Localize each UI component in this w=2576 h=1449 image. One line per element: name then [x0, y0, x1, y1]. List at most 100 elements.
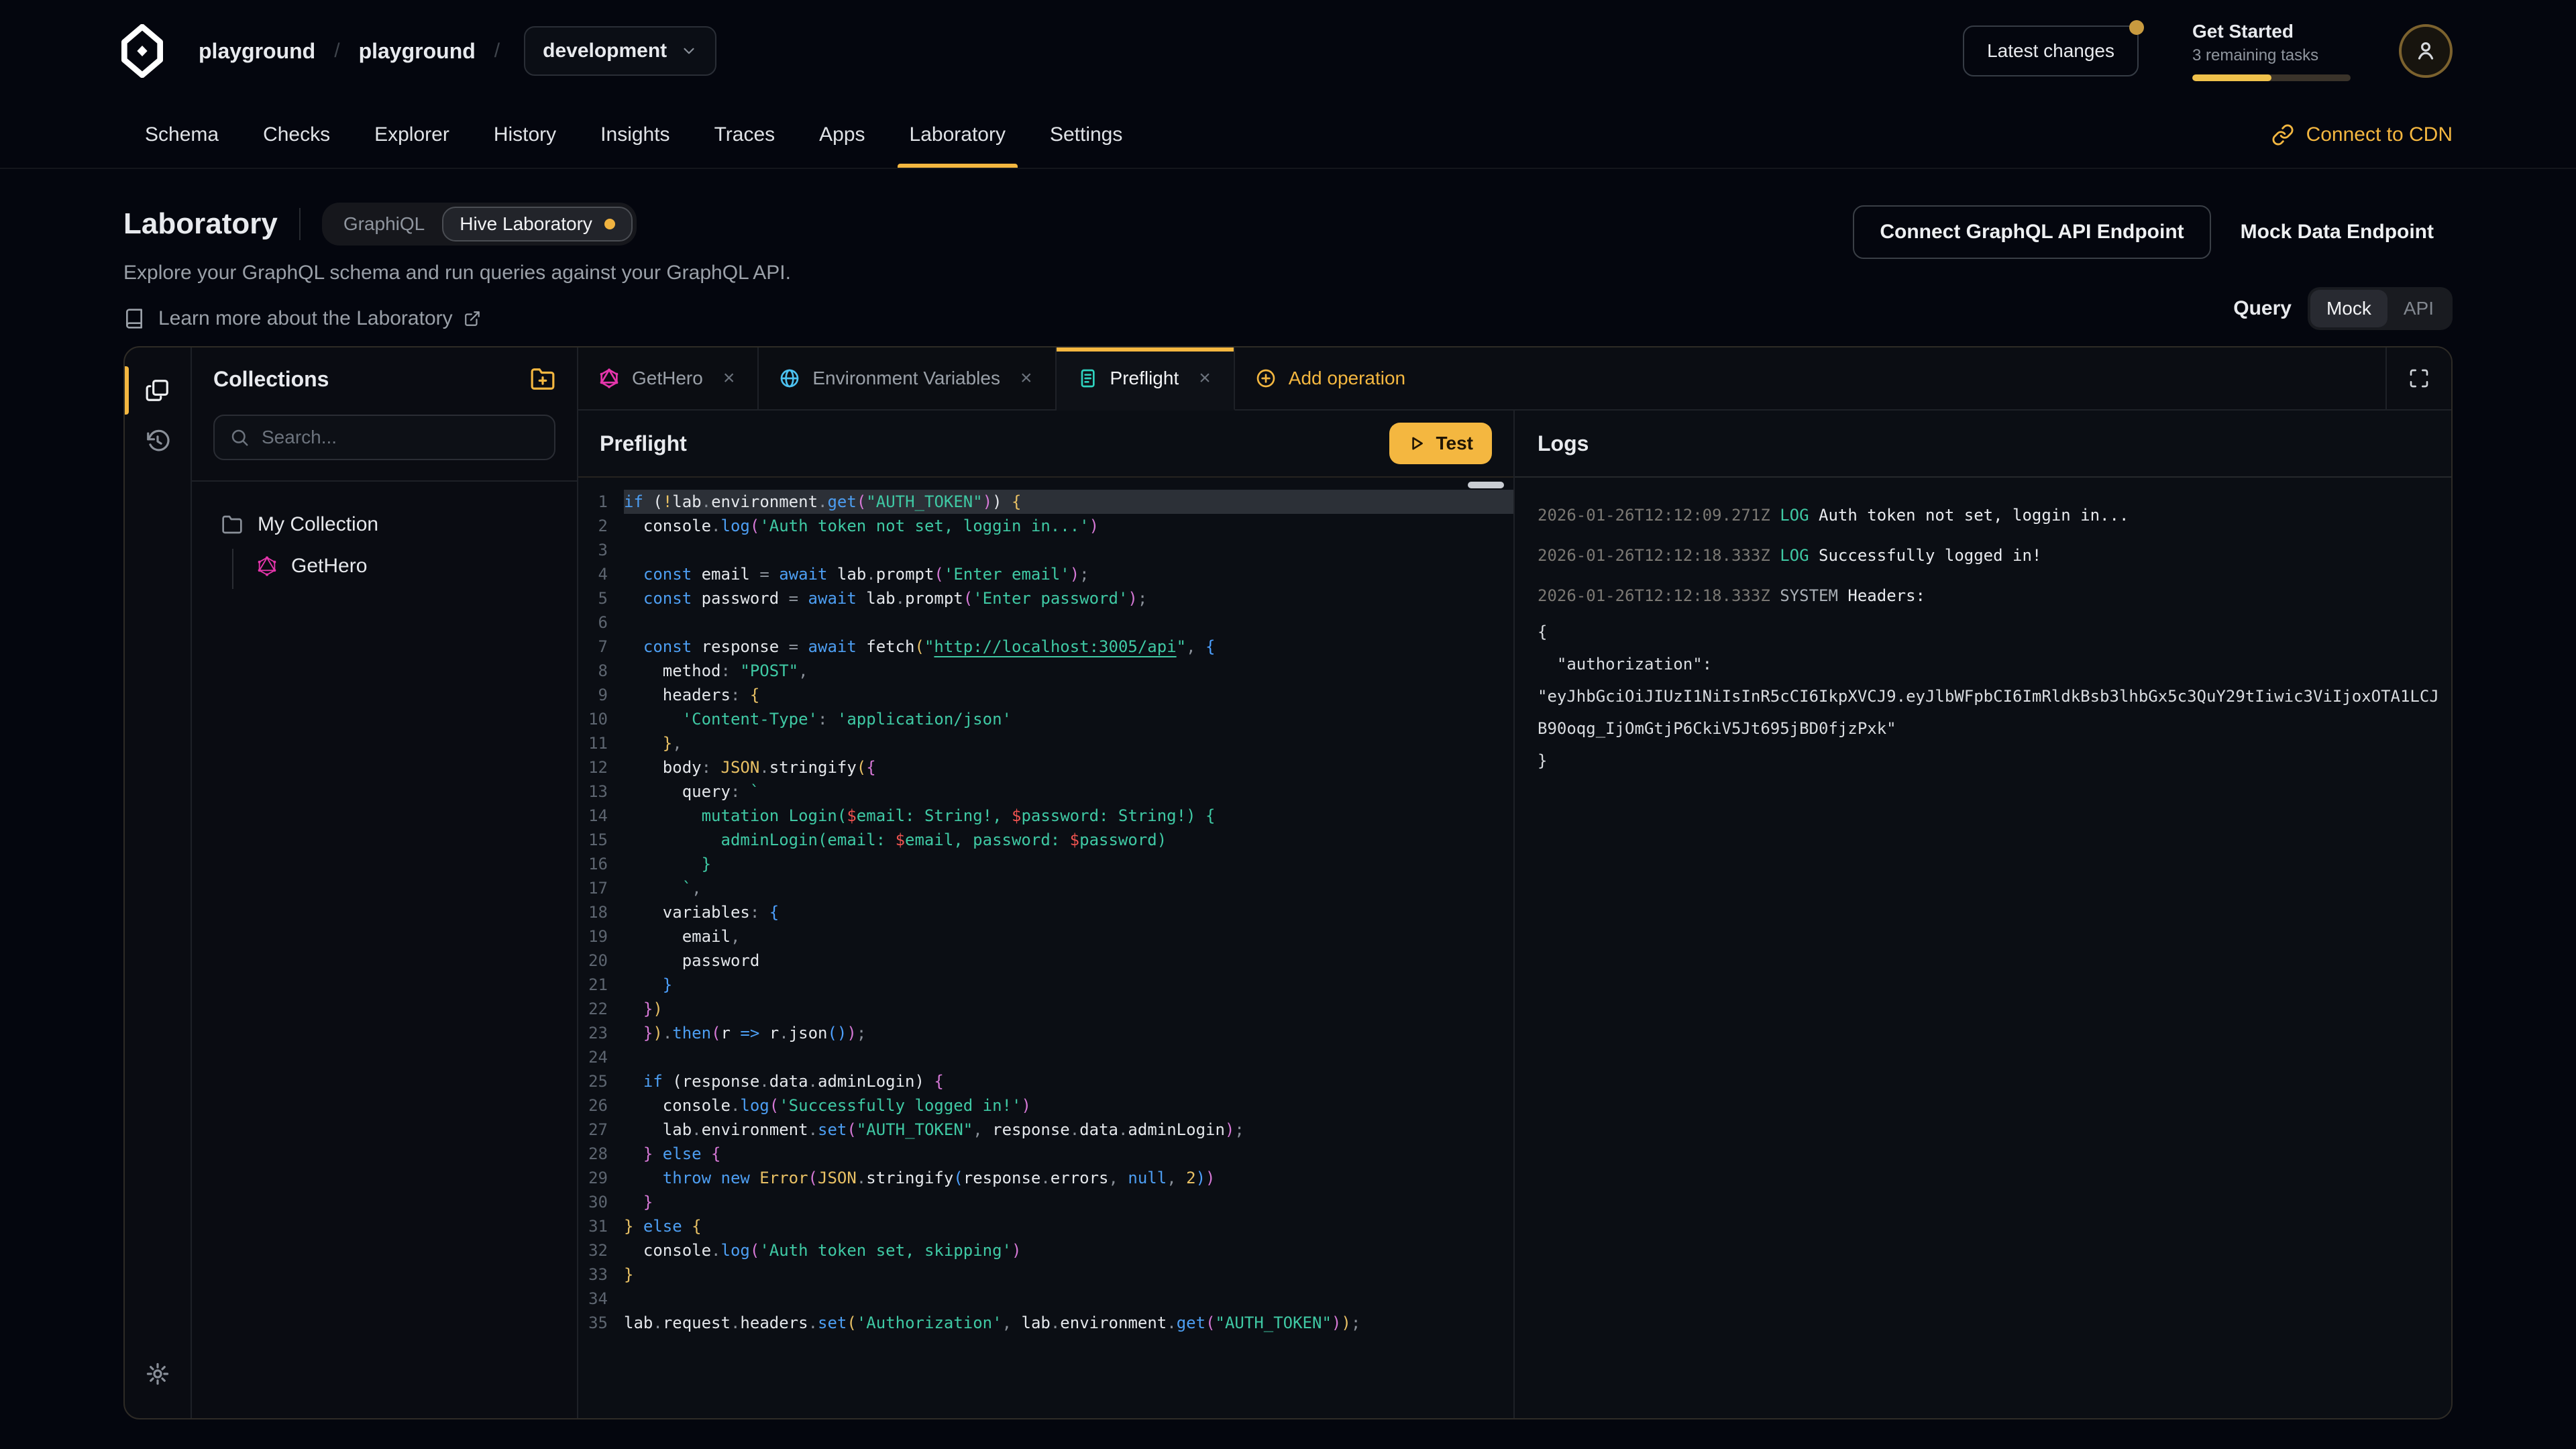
code-line: 6 [578, 610, 1513, 635]
target-selector[interactable]: development [524, 26, 716, 76]
mock-data-endpoint-button[interactable]: Mock Data Endpoint [2222, 221, 2453, 244]
close-icon[interactable]: × [1196, 367, 1214, 390]
collections-search[interactable] [213, 415, 555, 460]
rail-settings-button[interactable] [125, 1348, 191, 1399]
close-icon[interactable]: × [1018, 367, 1035, 390]
code-text: query: ` [624, 780, 1513, 804]
code-text [624, 610, 1513, 635]
rail-history-button[interactable] [125, 416, 191, 467]
latest-changes-button[interactable]: Latest changes [1963, 25, 2139, 76]
code-line: 31} else { [578, 1214, 1513, 1238]
code-text: headers: { [624, 683, 1513, 707]
nav-tab-explorer[interactable]: Explorer [362, 102, 462, 168]
code-line: 28 } else { [578, 1142, 1513, 1166]
nav-tab-history[interactable]: History [482, 102, 568, 168]
connect-to-cdn-link[interactable]: Connect to CDN [2271, 123, 2453, 146]
nav-tab-insights[interactable]: Insights [588, 102, 682, 168]
hive-logo [115, 24, 169, 78]
code-line: 34 [578, 1287, 1513, 1311]
editor-title: Preflight [600, 431, 687, 456]
code-text: const response = await fetch("http://loc… [624, 635, 1513, 659]
code-text [624, 1287, 1513, 1311]
app-header: playground / playground / development La… [0, 0, 2576, 169]
code-line: 15 adminLogin(email: $email, password: $… [578, 828, 1513, 852]
toggle-option-hive-laboratory[interactable]: Hive Laboratory [442, 207, 633, 241]
log-raw-line: B90oqg_IjOmGtjP6CkiV5Jt695jBD0fjzPxk" [1538, 712, 2451, 745]
close-icon[interactable]: × [720, 367, 738, 390]
collection-folder-my-collection[interactable]: My Collection [221, 507, 577, 542]
test-button[interactable]: Test [1389, 423, 1493, 464]
tab-gethero[interactable]: GetHero× [578, 347, 759, 411]
preflight-editor[interactable]: Preflight Test 1if (!lab.environment.get… [578, 411, 1515, 1418]
line-number: 5 [578, 586, 608, 610]
line-number: 10 [578, 707, 608, 731]
nav-tab-schema[interactable]: Schema [133, 102, 231, 168]
nav-tab-traces[interactable]: Traces [702, 102, 788, 168]
code-line: 12 body: JSON.stringify({ [578, 755, 1513, 780]
toggle-option-api[interactable]: API [2387, 290, 2450, 327]
nav-tab-settings[interactable]: Settings [1038, 102, 1134, 168]
code-line: 7 const response = await fetch("http://l… [578, 635, 1513, 659]
latest-changes-label: Latest changes [1987, 40, 2114, 61]
page-title: Laboratory [123, 207, 278, 241]
test-button-label: Test [1436, 433, 1474, 454]
line-number: 12 [578, 755, 608, 780]
line-number: 17 [578, 876, 608, 900]
search-input[interactable] [262, 427, 539, 448]
code-text: } [624, 1263, 1513, 1287]
code-line: 23 }).then(r => r.json()); [578, 1021, 1513, 1045]
rail-collections-button[interactable] [125, 365, 191, 416]
tab-label: Add operation [1289, 368, 1405, 389]
nav-tab-laboratory[interactable]: Laboratory [898, 102, 1018, 168]
new-collection-button[interactable] [530, 366, 555, 392]
toggle-option-mock[interactable]: Mock [2310, 290, 2387, 327]
log-raw-line: "eyJhbGciOiJIUzI1NiIsInR5cCI6IkpXVCJ9.ey… [1538, 680, 2451, 712]
tab-environment-variables[interactable]: Environment Variables× [759, 347, 1056, 411]
learn-more-link[interactable]: Learn more about the Laboratory [123, 307, 791, 330]
code-area[interactable]: 1if (!lab.environment.get("AUTH_TOKEN"))… [578, 478, 1513, 1335]
plus-icon [1255, 368, 1277, 389]
code-line: 8 method: "POST", [578, 659, 1513, 683]
operation-label: GetHero [291, 555, 367, 578]
page-description: Explore your GraphQL schema and run quer… [123, 262, 791, 284]
code-text: password [624, 949, 1513, 973]
nav-tab-apps[interactable]: Apps [807, 102, 877, 168]
divider [299, 208, 301, 240]
log-message: Successfully logged in! [1819, 546, 2041, 565]
code-line: 13 query: ` [578, 780, 1513, 804]
code-text: console.log('Auth token set, skipping') [624, 1238, 1513, 1263]
line-number: 14 [578, 804, 608, 828]
toggle-option-graphiql[interactable]: GraphiQL [326, 207, 442, 241]
add-operation-tab[interactable]: Add operation [1235, 347, 1426, 411]
code-text: }) [624, 997, 1513, 1021]
line-number: 9 [578, 683, 608, 707]
code-text: }).then(r => r.json()); [624, 1021, 1513, 1045]
get-started-widget[interactable]: Get Started 3 remaining tasks [2192, 21, 2351, 81]
code-text: if (response.data.adminLogin) { [624, 1069, 1513, 1093]
code-line: 4 const email = await lab.prompt('Enter … [578, 562, 1513, 586]
folder-icon [221, 514, 243, 535]
code-line: 2 console.log('Auth token not set, loggi… [578, 514, 1513, 538]
learn-more-label: Learn more about the Laboratory [158, 307, 453, 330]
avatar[interactable] [2399, 24, 2453, 78]
fullscreen-button[interactable] [2385, 347, 2451, 411]
line-number: 7 [578, 635, 608, 659]
operation-gethero[interactable]: GetHero [256, 549, 577, 584]
connect-graphql-api-endpoint-button[interactable]: Connect GraphQL API Endpoint [1853, 205, 2210, 259]
editor-scrollbar-thumb[interactable] [1468, 482, 1504, 488]
line-number: 13 [578, 780, 608, 804]
line-number: 15 [578, 828, 608, 852]
line-number: 21 [578, 973, 608, 997]
line-number: 28 [578, 1142, 608, 1166]
breadcrumb-project[interactable]: playground [359, 39, 476, 64]
breadcrumb-org[interactable]: playground [199, 39, 315, 64]
code-line: 10 'Content-Type': 'application/json' [578, 707, 1513, 731]
notification-dot [2129, 20, 2144, 35]
log-timestamp: 2026-01-26T12:12:18.333Z [1538, 586, 1780, 605]
code-text: } else { [624, 1214, 1513, 1238]
logs-output[interactable]: 2026-01-26T12:12:09.271Z LOG Auth token … [1515, 478, 2451, 777]
tab-preflight[interactable]: Preflight× [1057, 347, 1235, 411]
code-line: 33} [578, 1263, 1513, 1287]
nav-tab-checks[interactable]: Checks [251, 102, 342, 168]
code-line: 30 } [578, 1190, 1513, 1214]
